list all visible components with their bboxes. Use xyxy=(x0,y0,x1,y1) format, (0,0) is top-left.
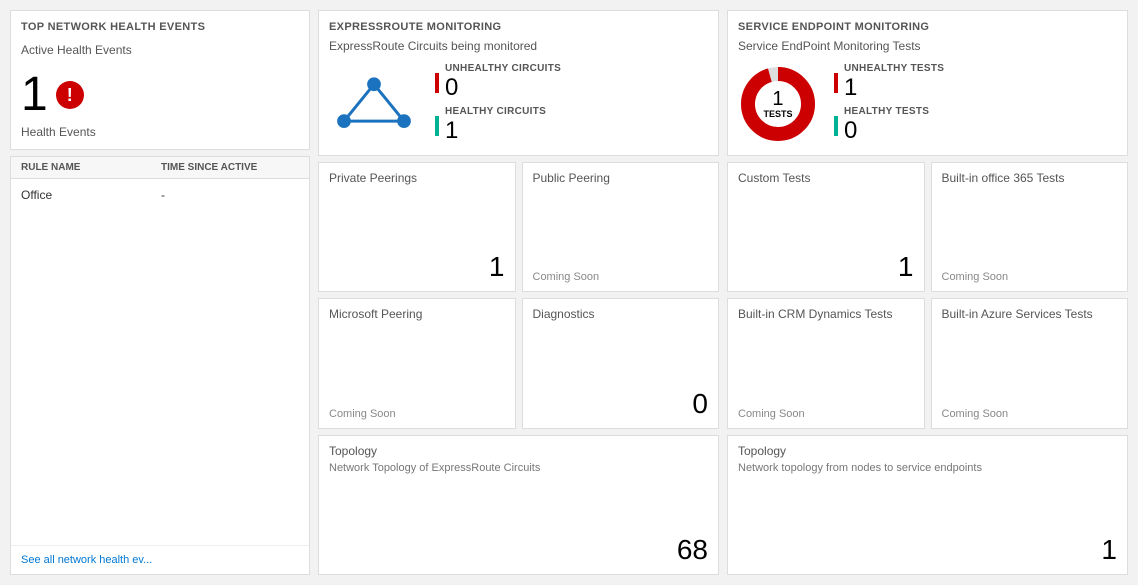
dashboard: TOP NETWORK HEALTH EVENTS Active Health … xyxy=(0,0,1138,585)
topology-title-middle: Topology xyxy=(329,444,708,458)
healthy-circuits-count: 1 xyxy=(445,117,546,145)
private-peerings-title: Private Peerings xyxy=(329,171,505,185)
builtin-azure-title: Built-in Azure Services Tests xyxy=(942,307,1118,321)
service-top: SERVICE ENDPOINT MONITORING Service EndP… xyxy=(727,10,1128,156)
builtin-365-coming-soon: Coming Soon xyxy=(942,271,1118,283)
tile-diagnostics[interactable]: Diagnostics 0 xyxy=(522,298,720,428)
topology-value-middle: 68 xyxy=(329,534,708,566)
network-topology-icon xyxy=(329,74,419,134)
see-all-link[interactable]: See all network health ev... xyxy=(11,545,309,574)
builtin-365-title: Built-in office 365 Tests xyxy=(942,171,1118,185)
tile-microsoft-peering[interactable]: Microsoft Peering Coming Soon xyxy=(318,298,516,428)
middle-tiles-grid: Private Peerings 1 Public Peering Coming… xyxy=(318,162,719,575)
private-peerings-value: 1 xyxy=(329,251,505,283)
health-table-area: RULE NAME TIME SINCE ACTIVE Office - See… xyxy=(10,156,310,575)
donut-number: 1 xyxy=(763,88,792,110)
col-time-since: TIME SINCE ACTIVE xyxy=(161,162,299,173)
tile-custom-tests[interactable]: Custom Tests 1 xyxy=(727,162,925,292)
builtin-azure-coming-soon: Coming Soon xyxy=(942,408,1118,420)
tile-public-peering[interactable]: Public Peering Coming Soon xyxy=(522,162,720,292)
builtin-crm-title: Built-in CRM Dynamics Tests xyxy=(738,307,914,321)
svc-content: 1 TESTS UNHEALTHY TESTS 1 xyxy=(738,63,1117,145)
right-header: SERVICE ENDPOINT MONITORING xyxy=(738,21,1117,39)
health-number: 1 xyxy=(21,71,48,119)
tile-builtin-365[interactable]: Built-in office 365 Tests Coming Soon xyxy=(931,162,1129,292)
unhealthy-tests-count: 1 xyxy=(844,74,944,102)
health-count-row: 1 ! xyxy=(21,71,299,119)
unhealthy-tests-label: UNHEALTHY TESTS xyxy=(844,63,944,74)
unhealthy-circuits-item: UNHEALTHY CIRCUITS 0 xyxy=(435,63,561,102)
svc-subtitle: Service EndPoint Monitoring Tests xyxy=(738,39,1117,53)
healthy-tests-count: 0 xyxy=(844,117,929,145)
table-row: Office - xyxy=(21,184,299,206)
svc-legend: UNHEALTHY TESTS 1 HEALTHY TESTS 0 xyxy=(834,63,944,145)
donut-label: 1 TESTS xyxy=(763,88,792,120)
health-label: Health Events xyxy=(21,125,299,139)
custom-tests-title: Custom Tests xyxy=(738,171,914,185)
er-legend: UNHEALTHY CIRCUITS 0 HEALTHY CIRCUITS 1 xyxy=(435,63,561,145)
diagnostics-value: 0 xyxy=(533,388,709,420)
col-rule-name: RULE NAME xyxy=(21,162,161,173)
cell-time: - xyxy=(161,188,299,202)
microsoft-peering-title: Microsoft Peering xyxy=(329,307,505,321)
healthy-tests-label: HEALTHY TESTS xyxy=(844,106,929,117)
healthy-bar xyxy=(435,116,439,136)
left-panel-header: TOP NETWORK HEALTH EVENTS xyxy=(21,21,299,33)
topology-value-right: 1 xyxy=(738,534,1117,566)
expressroute-top: EXPRESSROUTE MONITORING ExpressRoute Cir… xyxy=(318,10,719,156)
healthy-circuits-label: HEALTHY CIRCUITS xyxy=(445,106,546,117)
unhealthy-bar xyxy=(435,73,439,93)
left-panel: TOP NETWORK HEALTH EVENTS Active Health … xyxy=(10,10,310,575)
microsoft-peering-coming-soon: Coming Soon xyxy=(329,408,505,420)
public-peering-title: Public Peering xyxy=(533,171,709,185)
donut-tests-label: TESTS xyxy=(763,110,792,120)
right-panel: SERVICE ENDPOINT MONITORING Service EndP… xyxy=(727,10,1128,575)
health-subtitle: Active Health Events xyxy=(21,43,299,57)
donut-chart: 1 TESTS xyxy=(738,64,818,144)
topology-title-right: Topology xyxy=(738,444,1117,458)
table-header-row: RULE NAME TIME SINCE ACTIVE xyxy=(11,157,309,179)
healthy-tests-bar xyxy=(834,116,838,136)
right-tiles-grid: Custom Tests 1 Built-in office 365 Tests… xyxy=(727,162,1128,575)
builtin-crm-coming-soon: Coming Soon xyxy=(738,408,914,420)
healthy-tests-item: HEALTHY TESTS 0 xyxy=(834,106,944,145)
middle-panel: EXPRESSROUTE MONITORING ExpressRoute Cir… xyxy=(318,10,719,575)
middle-header: EXPRESSROUTE MONITORING xyxy=(329,21,708,39)
topology-desc-right: Network topology from nodes to service e… xyxy=(738,462,1117,474)
tile-topology-right[interactable]: Topology Network topology from nodes to … xyxy=(727,435,1128,575)
unhealthy-tests-item: UNHEALTHY TESTS 1 xyxy=(834,63,944,102)
diagnostics-title: Diagnostics xyxy=(533,307,709,321)
unhealthy-tests-bar xyxy=(834,73,838,93)
er-content: UNHEALTHY CIRCUITS 0 HEALTHY CIRCUITS 1 xyxy=(329,63,708,145)
table-body: Office - xyxy=(11,179,309,545)
cell-rule: Office xyxy=(21,188,161,202)
healthy-circuits-item: HEALTHY CIRCUITS 1 xyxy=(435,106,561,145)
tile-topology-middle[interactable]: Topology Network Topology of ExpressRout… xyxy=(318,435,719,575)
tile-private-peerings[interactable]: Private Peerings 1 xyxy=(318,162,516,292)
unhealthy-circuits-count: 0 xyxy=(445,74,561,102)
unhealthy-circuits-label: UNHEALTHY CIRCUITS xyxy=(445,63,561,74)
tile-builtin-azure[interactable]: Built-in Azure Services Tests Coming Soo… xyxy=(931,298,1129,428)
custom-tests-value: 1 xyxy=(738,251,914,283)
public-peering-coming-soon: Coming Soon xyxy=(533,271,709,283)
health-top-section: TOP NETWORK HEALTH EVENTS Active Health … xyxy=(10,10,310,150)
er-subtitle: ExpressRoute Circuits being monitored xyxy=(329,39,708,53)
error-icon: ! xyxy=(56,81,84,109)
tile-builtin-crm[interactable]: Built-in CRM Dynamics Tests Coming Soon xyxy=(727,298,925,428)
topology-desc-middle: Network Topology of ExpressRoute Circuit… xyxy=(329,462,708,474)
